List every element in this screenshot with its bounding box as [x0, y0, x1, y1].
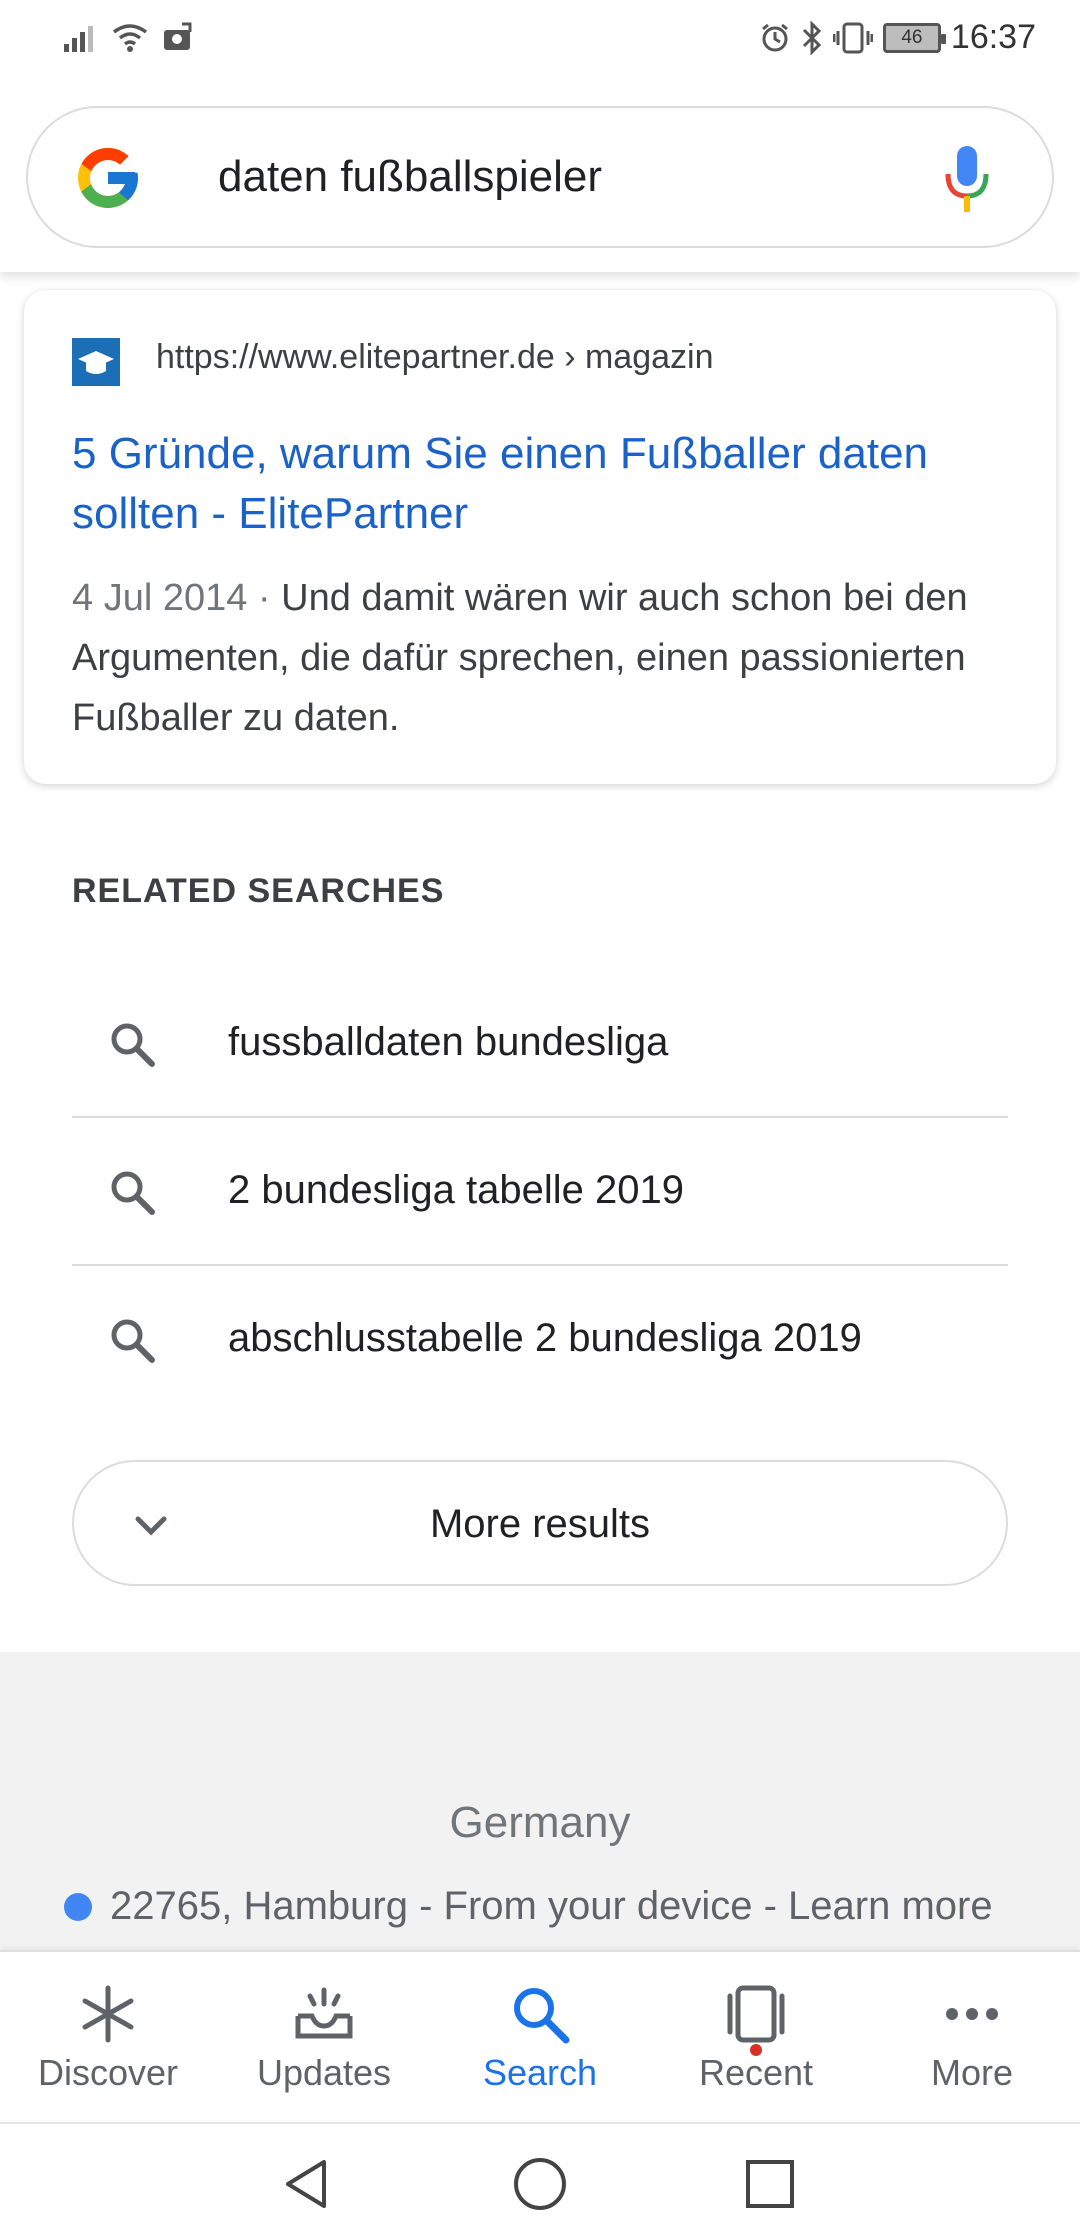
nav-item-updates[interactable]: Updates [216, 1952, 432, 2120]
nav-item-more[interactable]: More [864, 1952, 1080, 2120]
result-date: 4 Jul 2014 · [72, 577, 282, 619]
recent-icon [727, 1985, 785, 2043]
search-query-input[interactable]: daten fußballspieler [218, 152, 602, 202]
alarm-icon [761, 23, 788, 51]
related-searches-list: fussballdaten bundesliga 2 bundesliga ta… [72, 970, 1008, 1414]
bottom-nav: Discover Updates Search Recent More [0, 1950, 1080, 2120]
microphone-icon[interactable] [942, 144, 992, 214]
nav-item-recent[interactable]: Recent [648, 1952, 864, 2120]
location-footer: Germany 22765, Hamburg - From your devic… [0, 1652, 1080, 1950]
status-time: 16:37 [950, 18, 1036, 56]
related-search-label: abschlusstabelle 2 bundesliga 2019 [228, 1316, 862, 1360]
nav-label: Search [482, 2052, 598, 2093]
result-title-link[interactable]: 5 Gründe, warum Sie einen Fußballer date… [72, 424, 1022, 544]
status-right: 46 16:37 [759, 18, 1036, 57]
overview-icon[interactable] [742, 2156, 798, 2212]
footer-location-text: 22765, Hamburg - From your device - Lear… [110, 1884, 993, 1928]
site-favicon-icon [72, 338, 120, 386]
nav-item-search[interactable]: Search [432, 1952, 648, 2120]
signal-icon [64, 26, 93, 52]
result-snippet: 4 Jul 2014 · Und damit wären wir auch sc… [72, 568, 1022, 748]
search-header: daten fußballspieler [0, 80, 1080, 272]
search-icon [111, 1023, 155, 1067]
status-bar: 46 16:37 [0, 0, 1080, 80]
search-icon [111, 1171, 155, 1215]
related-search-item[interactable]: fussballdaten bundesliga [72, 970, 1008, 1118]
footer-location[interactable]: 22765, Hamburg - From your device - Lear… [64, 1884, 993, 1929]
wifi-icon [112, 24, 148, 52]
status-left [64, 22, 192, 52]
related-search-item[interactable]: 2 bundesliga tabelle 2019 [72, 1118, 1008, 1266]
system-nav-bar [0, 2122, 1080, 2240]
home-icon[interactable] [512, 2156, 568, 2212]
nav-label: Updates [256, 2052, 392, 2093]
location-dot-icon [64, 1892, 92, 1921]
related-search-label: 2 bundesliga tabelle 2019 [228, 1168, 684, 1212]
result-url[interactable]: https://www.elitepartner.de › magazin [156, 338, 714, 377]
search-icon [514, 1988, 570, 2044]
vibrate-icon [832, 22, 873, 53]
inbox-icon [295, 1987, 353, 2039]
related-searches-heading: RELATED SEARCHES [72, 872, 445, 910]
nav-label: Recent [698, 2052, 814, 2093]
nav-label: More [930, 2052, 1014, 2093]
related-search-item[interactable]: abschlusstabelle 2 bundesliga 2019 [72, 1266, 1008, 1414]
battery-indicator: 46 [882, 22, 946, 53]
search-icon [111, 1319, 155, 1363]
more-dots-icon [946, 2008, 998, 2020]
search-box[interactable]: daten fußballspieler [26, 106, 1054, 248]
more-results-button[interactable]: More results [72, 1460, 1008, 1586]
asterisk-icon [82, 1985, 134, 2043]
google-logo-icon[interactable] [72, 142, 144, 214]
footer-country: Germany [449, 1798, 631, 1847]
back-icon[interactable] [280, 2156, 336, 2212]
location-status-icon [164, 22, 192, 50]
search-result-card[interactable]: https://www.elitepartner.de › magazin 5 … [24, 290, 1056, 784]
nav-label: Discover [37, 2052, 179, 2093]
nav-item-discover[interactable]: Discover [0, 1952, 216, 2120]
bluetooth-icon [802, 20, 822, 55]
more-results-label: More results [429, 1502, 651, 1546]
related-search-label: fussballdaten bundesliga [228, 1020, 669, 1064]
